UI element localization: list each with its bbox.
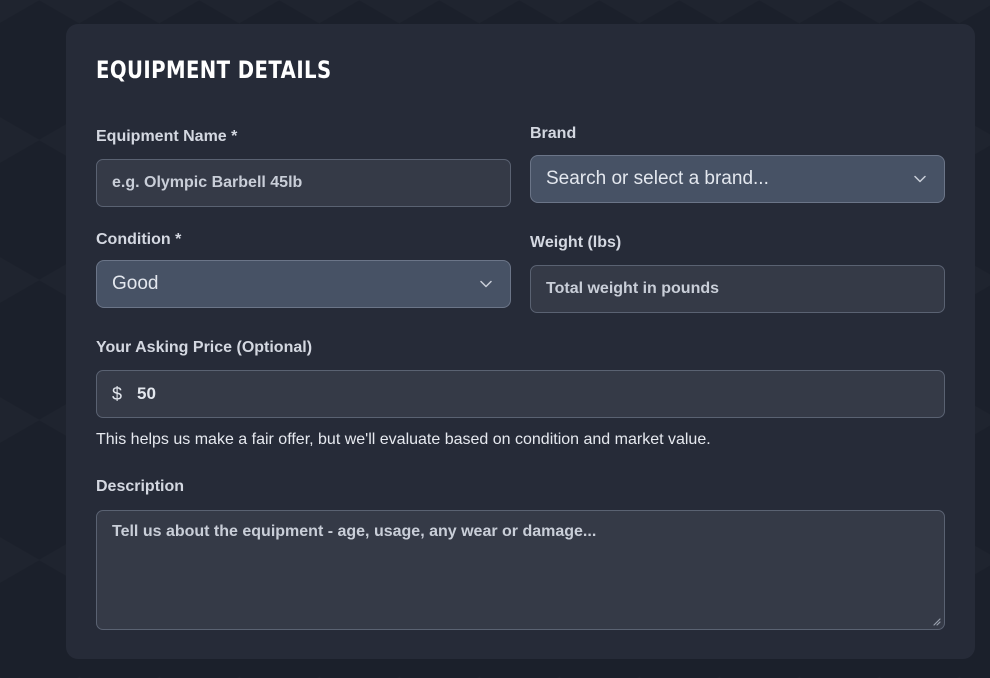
weight-label: Weight (lbs) (530, 234, 622, 251)
chevron-down-icon (914, 175, 926, 183)
equipment-name-input[interactable]: e.g. Olympic Barbell 45lb (96, 159, 511, 207)
condition-label: Condition * (96, 231, 182, 248)
equipment-details-card: Equipment Details Equipment Name * e.g. … (66, 24, 975, 659)
section-title: Equipment Details (96, 56, 332, 84)
chevron-down-icon (480, 280, 492, 288)
currency-symbol: $ (112, 383, 123, 404)
condition-selected-value: Good (112, 273, 159, 294)
weight-input[interactable]: Total weight in pounds (530, 265, 945, 313)
description-placeholder: Tell us about the equipment - age, usage… (112, 523, 597, 540)
equipment-name-label: Equipment Name * (96, 128, 238, 145)
brand-select[interactable]: Search or select a brand... (530, 155, 945, 203)
brand-label: Brand (530, 125, 577, 142)
condition-select[interactable]: Good (96, 260, 511, 308)
brand-selected-value: Search or select a brand... (546, 168, 769, 189)
equipment-name-placeholder: e.g. Olympic Barbell 45lb (112, 174, 303, 191)
description-label: Description (96, 478, 185, 495)
description-textarea[interactable]: Tell us about the equipment - age, usage… (96, 510, 945, 630)
asking-price-label: Your Asking Price (Optional) (96, 339, 313, 356)
resize-handle-icon[interactable] (931, 616, 941, 626)
weight-placeholder: Total weight in pounds (546, 280, 720, 297)
asking-price-input[interactable]: $ 50 (96, 370, 945, 418)
asking-price-help-text: This helps us make a fair offer, but we'… (96, 431, 711, 448)
asking-price-value: 50 (137, 384, 156, 403)
